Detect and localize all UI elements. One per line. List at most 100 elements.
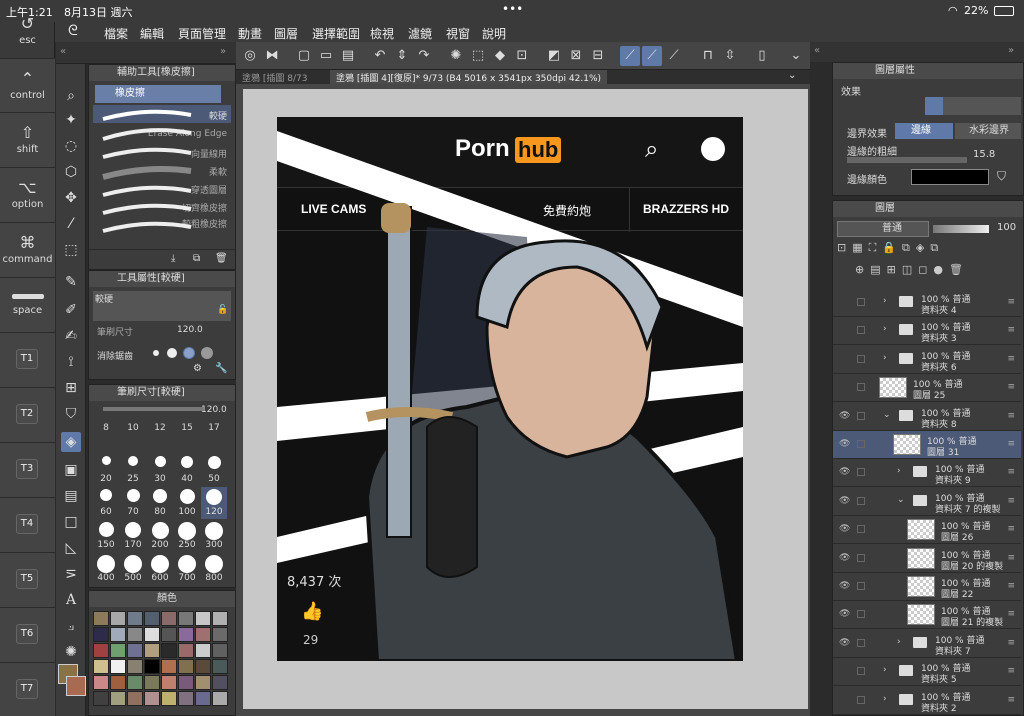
menu-help[interactable]: 說明	[482, 25, 506, 42]
color-swatch[interactable]	[144, 659, 160, 674]
color-swatch[interactable]	[93, 643, 109, 658]
layer-row[interactable]: 👁 › 100 % 普通 資料夾 7 ≡	[833, 630, 1021, 658]
sub-tool-group[interactable]: 橡皮擦	[95, 85, 221, 103]
lock-icon[interactable]: 🔓	[217, 305, 228, 315]
color-swatch[interactable]	[127, 643, 143, 658]
eraser-tool-icon[interactable]: ◈	[61, 432, 81, 452]
tabs-chevron-icon[interactable]: ⌄	[788, 70, 796, 81]
layer-lock-toggle[interactable]	[857, 326, 865, 335]
layer-menu-icon[interactable]: ≡	[1007, 325, 1015, 335]
t3-key[interactable]: T3	[0, 442, 55, 497]
layer-lock-toggle[interactable]	[857, 582, 865, 590]
t1-key[interactable]: T1	[0, 332, 55, 387]
color-swatch[interactable]	[93, 659, 109, 674]
color-swatch[interactable]	[178, 659, 194, 674]
download-icon[interactable]: ⤓	[171, 253, 175, 264]
app-logo-icon[interactable]: ᘓ	[68, 23, 78, 39]
ruler-icon[interactable]: ⊓	[698, 46, 718, 66]
color-swatch[interactable]	[161, 691, 177, 706]
layer-menu-icon[interactable]: ≡	[1007, 609, 1015, 619]
correct-line-icon[interactable]: ⟓	[61, 616, 81, 636]
new-file-icon[interactable]: ▢	[294, 46, 314, 66]
command-key[interactable]: ⌘ command	[0, 222, 55, 277]
brush-size-cell[interactable]: 30	[147, 454, 173, 486]
ruler-tool-icon[interactable]: ◺	[61, 538, 81, 558]
layer-menu-icon[interactable]: ≡	[1007, 638, 1015, 648]
artwork[interactable]: Porn hub ⌕ LIVE CAMS 免費約炮 BRAZZERS HD 8,…	[277, 117, 743, 661]
brush-tool-icon[interactable]: ✍	[61, 326, 81, 346]
collapse-left-icon[interactable]: «	[60, 46, 66, 57]
brush-size-cell[interactable]: 600	[147, 553, 173, 585]
color-swatch[interactable]	[110, 659, 126, 674]
operation-tool-icon[interactable]: ✦	[61, 110, 81, 130]
visibility-eye-icon[interactable]	[839, 325, 849, 335]
layer-row[interactable]: 👁 100 % 普通 圖層 31 ≡	[833, 431, 1021, 459]
color-swatch[interactable]	[144, 675, 160, 690]
menu-selection[interactable]: 選擇範圍	[312, 25, 360, 42]
brush-size-cell[interactable]: 12	[147, 421, 173, 453]
more-dots-icon[interactable]: •••	[502, 2, 523, 16]
brush-size-value[interactable]: 120.0	[177, 325, 203, 335]
clip-studio-icon[interactable]: ◎	[240, 46, 260, 66]
brush-size-cell[interactable]: 80	[147, 487, 173, 519]
layer-row[interactable]: 👁 › 100 % 普通 資料夾 9 ≡	[833, 459, 1021, 488]
color-swatch[interactable]	[161, 627, 177, 642]
folder-chevron-icon[interactable]: ›	[883, 694, 887, 704]
color-swatch[interactable]	[212, 627, 228, 642]
color-swatch[interactable]	[110, 611, 126, 626]
move-tool-icon[interactable]: ✥	[61, 188, 81, 208]
brush-size-cell[interactable]: 100	[174, 487, 200, 519]
color-swatch[interactable]	[93, 675, 109, 690]
brush-size-cell[interactable]: 800	[201, 553, 227, 585]
layer-row[interactable]: 100 % 普通 圖層 25 ≡	[833, 374, 1021, 403]
layer-lock-toggle[interactable]	[857, 553, 865, 562]
balloon-tool-icon[interactable]: ⋝	[61, 564, 81, 584]
visibility-eye-icon[interactable]	[839, 354, 849, 364]
blend-mode-select[interactable]: 普通	[837, 221, 929, 237]
brush-size-cell[interactable]: 8	[93, 421, 119, 453]
brush-size-cell[interactable]: 170	[120, 520, 146, 552]
folder-chevron-icon[interactable]: ›	[883, 665, 887, 675]
visibility-eye-icon[interactable]	[839, 695, 849, 705]
layer-row[interactable]: 👁 100 % 普通 圖層 22 ≡	[833, 573, 1021, 601]
effect-buttons[interactable]	[925, 97, 1021, 115]
visibility-eye-icon[interactable]: 👁	[839, 581, 850, 591]
layer-row[interactable]: 👁 100 % 普通 圖層 21 的複製 ≡	[833, 601, 1021, 630]
color-swatch[interactable]	[212, 691, 228, 706]
settings-icon[interactable]: ⚙	[193, 363, 202, 374]
wrench-icon[interactable]: 🔧	[215, 363, 227, 374]
folder-chevron-icon[interactable]: ⌄	[883, 410, 891, 420]
color-swatch[interactable]	[110, 675, 126, 690]
color-swatch[interactable]	[144, 643, 160, 658]
color-swatch[interactable]	[178, 643, 194, 658]
layer-menu-icon[interactable]: ≡	[1007, 411, 1015, 421]
layer-menu-icon[interactable]: ≡	[1007, 695, 1015, 705]
brush-size-cell[interactable]: 150	[93, 520, 119, 552]
color-swatch[interactable]	[161, 659, 177, 674]
layer-row[interactable]: 👁 100 % 普通 圖層 20 的複製 ≡	[833, 545, 1021, 573]
layer-lock-toggle[interactable]	[857, 468, 865, 477]
layer-row[interactable]: › 100 % 普通 資料夾 4 ≡	[833, 289, 1021, 317]
redo-icon[interactable]: ↷	[414, 46, 434, 66]
color-swatch[interactable]	[127, 691, 143, 706]
color-swatch[interactable]	[178, 627, 194, 642]
color-swatch[interactable]	[161, 675, 177, 690]
layer-menu-icon[interactable]: ≡	[1007, 467, 1015, 477]
snap-grid-icon[interactable]: ⟋	[664, 46, 684, 66]
layer-menu-icon[interactable]: ≡	[1007, 496, 1015, 506]
thickness-value[interactable]: 15.8	[973, 149, 995, 160]
brush-size-cell[interactable]: 300	[201, 520, 227, 552]
color-swatch[interactable]	[127, 659, 143, 674]
layer-row[interactable]: › 100 % 普通 資料夾 5 ≡	[833, 658, 1021, 687]
color-swatch[interactable]	[110, 643, 126, 658]
layer-lock-toggle[interactable]	[857, 638, 865, 647]
layer-lock-toggle[interactable]	[857, 383, 865, 392]
menu-file[interactable]: 檔案	[104, 25, 128, 42]
layer-row[interactable]: 👁 ⌄ 100 % 普通 資料夾 7 的複製 ≡	[833, 488, 1021, 516]
tab-inactive[interactable]: 塗鴉 [插圖 8/73	[242, 71, 307, 84]
brush-size-cell[interactable]: 700	[174, 553, 200, 585]
color-swatch[interactable]	[178, 691, 194, 706]
menu-view[interactable]: 檢視	[370, 25, 394, 42]
anti-alias-options[interactable]	[151, 346, 231, 360]
canvas-paper[interactable]: Porn hub ⌕ LIVE CAMS 免費約炮 BRAZZERS HD 8,…	[243, 89, 808, 709]
